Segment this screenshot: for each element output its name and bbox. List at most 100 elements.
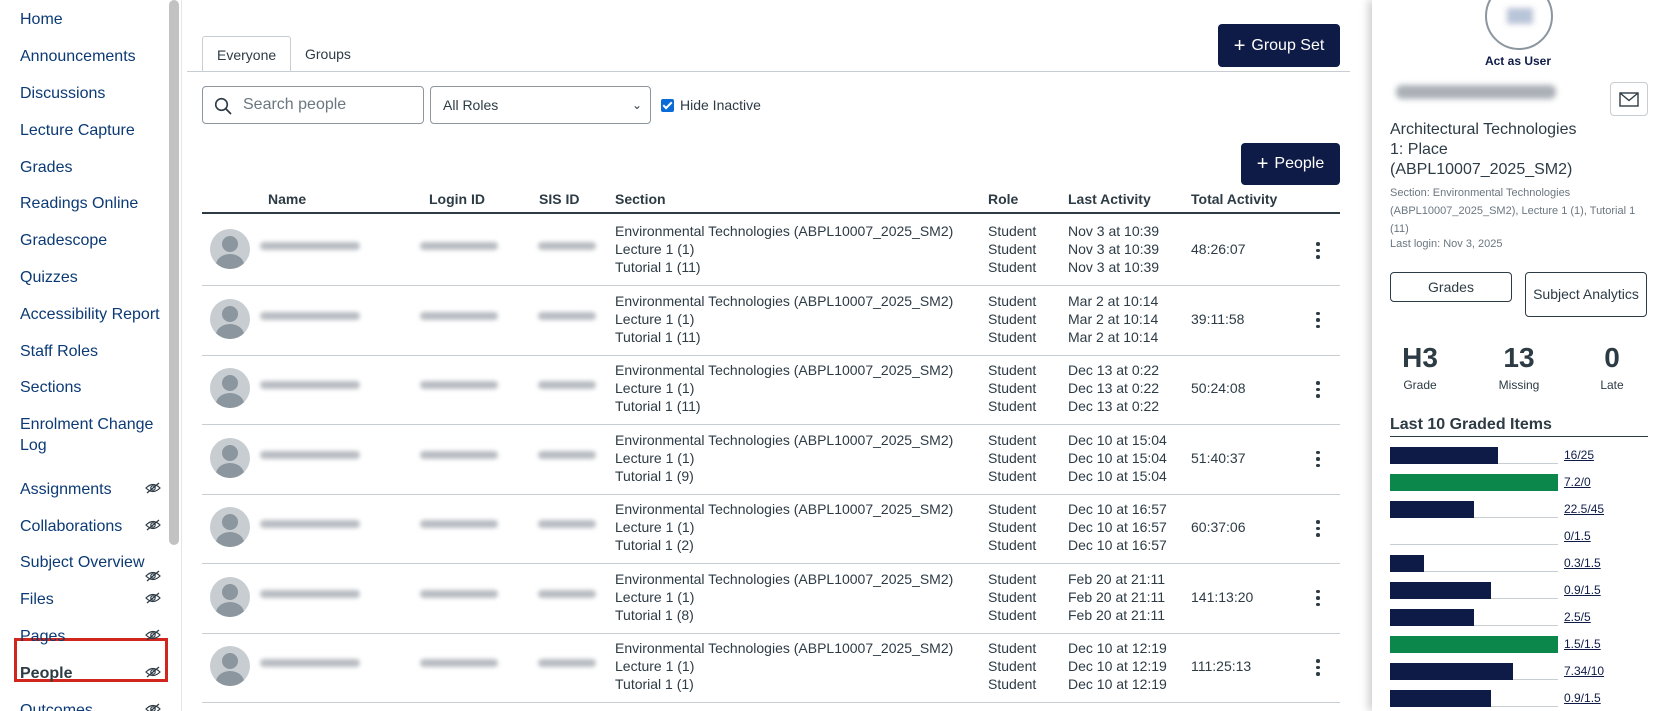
grade-score-link[interactable]: 0/1.5 — [1564, 529, 1591, 543]
tab-everyone[interactable]: Everyone — [202, 36, 292, 72]
nav-item-gradescope[interactable]: Gradescope — [20, 230, 107, 251]
grades-button[interactable]: Grades — [1390, 272, 1512, 302]
role-cell: Student — [988, 292, 1037, 309]
table-row: Environmental Technologies (ABPL10007_20… — [202, 564, 1340, 634]
hide-inactive-checkbox[interactable] — [661, 98, 674, 112]
row-options-icon[interactable] — [1316, 520, 1320, 537]
header-name[interactable]: Name — [268, 191, 306, 207]
nav-item-accessibility-report[interactable]: Accessibility Report — [20, 304, 160, 325]
grade-bar-track — [1390, 609, 1558, 626]
role-filter-select[interactable]: All Roles ⌄ — [430, 86, 651, 124]
missing-value: 13 — [1503, 342, 1535, 373]
role-cell: Student — [988, 606, 1037, 623]
row-options-icon[interactable] — [1316, 381, 1320, 398]
hide-inactive-label: Hide Inactive — [680, 97, 761, 113]
nav-item-lecture-capture[interactable]: Lecture Capture — [20, 120, 135, 141]
student-name-redacted — [1396, 85, 1556, 99]
name-redacted[interactable] — [260, 242, 360, 250]
grade-score-link[interactable]: 7.2/0 — [1564, 475, 1591, 489]
grade-score-link[interactable]: 1.5/1.5 — [1564, 637, 1601, 651]
name-redacted[interactable] — [260, 381, 360, 389]
nav-item-readings-online[interactable]: Readings Online — [20, 193, 138, 214]
grade-score-link[interactable]: 7.34/10 — [1564, 664, 1604, 678]
section-cell: Tutorial 1 (8) — [615, 606, 694, 623]
grade-score-link[interactable]: 2.5/5 — [1564, 610, 1591, 624]
grade-bar-track — [1390, 555, 1558, 572]
header-section[interactable]: Section — [615, 191, 666, 207]
nav-item-outcomes[interactable]: Outcomes — [20, 700, 93, 711]
nav-item-pages[interactable]: Pages — [20, 626, 65, 647]
row-options-icon[interactable] — [1316, 311, 1320, 328]
header-role[interactable]: Role — [988, 191, 1018, 207]
user-avatar[interactable] — [210, 368, 250, 408]
user-avatar[interactable] — [210, 229, 250, 269]
row-options-icon[interactable] — [1316, 659, 1320, 676]
name-redacted[interactable] — [260, 520, 360, 528]
user-avatar[interactable] — [210, 298, 250, 339]
grade-score-link[interactable]: 0.9/1.5 — [1564, 583, 1601, 597]
nav-item-people[interactable]: People — [20, 663, 72, 684]
student-avatar — [1485, 0, 1553, 50]
nav-item-discussions[interactable]: Discussions — [20, 83, 105, 104]
role-cell: Student — [988, 501, 1037, 517]
grade-score-link[interactable]: 0.3/1.5 — [1564, 556, 1601, 570]
last-activity-cell: Nov 3 at 10:39 — [1068, 241, 1160, 257]
section-cell: Lecture 1 (1) — [615, 449, 695, 466]
header-last-activity[interactable]: Last Activity — [1068, 191, 1151, 207]
subject-analytics-button[interactable]: Subject Analytics — [1525, 272, 1647, 317]
nav-item-sections[interactable]: Sections — [20, 377, 81, 398]
name-redacted[interactable] — [260, 450, 360, 459]
table-row: Environmental Technologies (ABPL10007_20… — [202, 494, 1340, 564]
section-cell: Lecture 1 (1) — [615, 310, 695, 327]
nav-item-grades[interactable]: Grades — [20, 157, 72, 178]
user-avatar[interactable] — [210, 437, 250, 478]
name-redacted[interactable] — [260, 589, 360, 598]
table-row: Environmental Technologies (ABPL10007_20… — [202, 425, 1340, 495]
user-avatar[interactable] — [210, 646, 250, 686]
send-message-button[interactable] — [1610, 82, 1648, 116]
last-activity-cell: Dec 10 at 12:19 — [1068, 640, 1167, 656]
grade-score-link[interactable]: 0.9/1.5 — [1564, 691, 1601, 705]
login-id-redacted — [420, 311, 498, 320]
nav-item-subject-overview[interactable]: Subject Overview — [20, 552, 145, 573]
nav-scrollbar[interactable] — [169, 0, 179, 545]
graded-item: 0/1.5 — [1390, 528, 1658, 548]
search-input[interactable] — [243, 95, 413, 115]
nav-item-enrolment-change-log[interactable]: Enrolment Change Log — [20, 414, 160, 456]
section-cell: Lecture 1 (1) — [615, 241, 695, 257]
search-people-field[interactable] — [202, 86, 424, 124]
section-cell: Lecture 1 (1) — [615, 380, 695, 396]
header-sis-id[interactable]: SIS ID — [539, 191, 579, 207]
nav-item-collaborations[interactable]: Collaborations — [20, 516, 122, 537]
nav-item-announcements[interactable]: Announcements — [20, 46, 136, 67]
name-redacted[interactable] — [260, 659, 360, 667]
hide-inactive-toggle[interactable]: Hide Inactive — [661, 97, 761, 113]
nav-item-quizzes[interactable]: Quizzes — [20, 267, 78, 288]
nav-item-assignments[interactable]: Assignments — [20, 479, 112, 500]
row-options-icon[interactable] — [1316, 450, 1320, 467]
table-row: Environmental Technologies (ABPL10007_20… — [202, 633, 1340, 703]
role-cell: Student — [988, 519, 1037, 535]
graded-item: 0.9/1.5 — [1390, 690, 1658, 710]
sis-id-redacted — [538, 520, 596, 528]
nav-item-files[interactable]: Files — [20, 589, 54, 610]
add-group-set-button[interactable]: + Group Set — [1218, 24, 1340, 67]
grade-score-link[interactable]: 22.5/45 — [1564, 502, 1604, 516]
row-options-icon[interactable] — [1316, 242, 1320, 259]
grade-score-link[interactable]: 16/25 — [1564, 448, 1594, 462]
act-as-user-link[interactable]: Act as User — [1372, 54, 1664, 68]
row-options-icon[interactable] — [1316, 589, 1320, 606]
user-avatar[interactable] — [210, 576, 250, 617]
header-total-activity[interactable]: Total Activity — [1191, 191, 1277, 207]
nav-item-home[interactable]: Home — [20, 9, 63, 30]
nav-divider — [181, 0, 182, 711]
header-login-id[interactable]: Login ID — [429, 191, 485, 207]
user-avatar[interactable] — [210, 507, 250, 547]
nav-item-staff-roles[interactable]: Staff Roles — [20, 341, 98, 362]
name-redacted[interactable] — [260, 311, 360, 320]
grade-label: Grade — [1403, 378, 1437, 392]
add-people-button[interactable]: + People — [1241, 143, 1340, 185]
grade-bar-track — [1390, 636, 1558, 653]
tab-groups[interactable]: Groups — [291, 36, 365, 72]
login-id-redacted — [420, 381, 498, 389]
